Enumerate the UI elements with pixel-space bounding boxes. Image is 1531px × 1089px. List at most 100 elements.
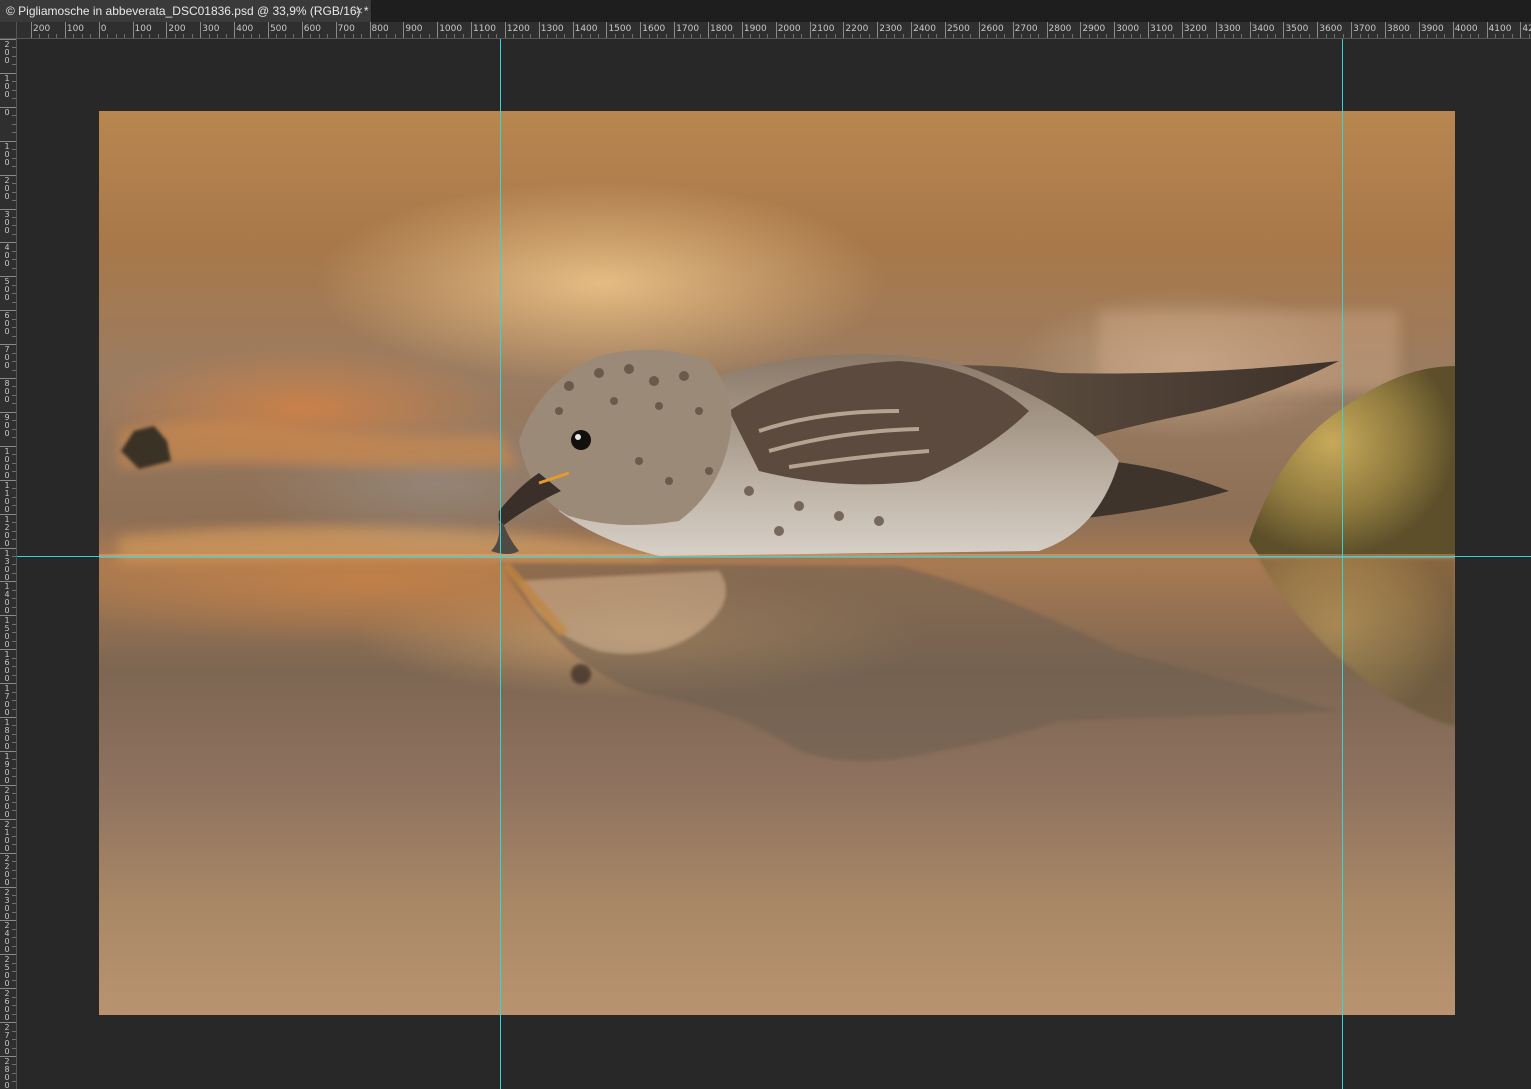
ruler-h-label: 100 xyxy=(134,24,152,34)
ruler-v-minor-tick xyxy=(12,267,16,269)
ruler-h-label: 2800 xyxy=(1048,24,1072,34)
ruler-h-minor-tick xyxy=(377,34,379,38)
ruler-h-label: 0 xyxy=(100,24,107,34)
ruler-h-label: 4100 xyxy=(1488,24,1512,34)
ruler-h-label: 1900 xyxy=(743,24,767,34)
ruler-h-minor-tick xyxy=(1021,34,1023,38)
ruler-h-label: 1300 xyxy=(540,24,564,34)
ruler-h-minor-tick xyxy=(699,34,701,38)
ruler-h-tick xyxy=(471,22,473,38)
ruler-v-minor-tick xyxy=(12,89,16,91)
ruler-v-minor-tick xyxy=(12,971,16,973)
ruler-v-minor-tick xyxy=(12,793,16,795)
ruler-h-tick xyxy=(267,22,269,38)
ruler-h-minor-tick xyxy=(724,34,726,38)
ruler-h-minor-tick xyxy=(1224,34,1226,38)
ruler-h-tick xyxy=(31,22,32,38)
ruler-v-minor-tick xyxy=(12,657,16,659)
ruler-h-tick xyxy=(877,22,879,38)
ruler-h-minor-tick xyxy=(1503,34,1505,38)
ruler-v-minor-tick xyxy=(12,979,16,981)
ruler-h-minor-tick xyxy=(81,34,83,38)
ruler-h-minor-tick xyxy=(1063,34,1065,38)
ruler-v-minor-tick xyxy=(12,632,16,634)
ruler-h-minor-tick xyxy=(1258,34,1260,38)
ruler-origin-corner[interactable] xyxy=(0,22,17,39)
ruler-v-minor-tick xyxy=(12,539,16,541)
ruler-h-minor-tick xyxy=(1266,34,1268,38)
ruler-h-minor-tick xyxy=(902,34,904,38)
ruler-v-label: 1300 xyxy=(4,548,10,582)
close-icon[interactable]: × xyxy=(355,3,363,18)
ruler-h-minor-tick xyxy=(792,34,794,38)
ruler-v-minor-tick xyxy=(12,200,16,202)
ruler-h-label: 2100 xyxy=(811,24,835,34)
ruler-v-minor-tick xyxy=(12,64,16,66)
ruler-v-minor-tick xyxy=(12,191,16,193)
ruler-h-tick xyxy=(132,22,134,38)
ruler-v-label: 400 xyxy=(4,243,10,269)
ruler-h-minor-tick xyxy=(547,34,549,38)
ruler-h-minor-tick xyxy=(1004,34,1006,38)
ruler-h-minor-tick xyxy=(581,34,583,38)
ruler-h-minor-tick xyxy=(1156,34,1158,38)
ruler-v-minor-tick xyxy=(12,945,16,947)
ruler-v-label: 700 xyxy=(4,345,10,371)
ruler-v-minor-tick xyxy=(12,1081,16,1083)
ruler-v-minor-tick xyxy=(12,183,16,185)
ruler-h-label: 200 xyxy=(168,24,186,34)
ruler-h-minor-tick xyxy=(1444,34,1446,38)
ruler-h-tick xyxy=(640,22,642,38)
ruler-h-minor-tick xyxy=(141,34,142,38)
ruler-h-minor-tick xyxy=(936,34,938,38)
ruler-h-label: 3100 xyxy=(1150,24,1173,34)
ruler-h-minor-tick xyxy=(919,34,921,38)
ruler-h-minor-tick xyxy=(276,34,278,38)
ruler-v-minor-tick xyxy=(12,361,16,363)
ruler-v-minor-tick xyxy=(12,700,16,702)
ruler-h-minor-tick xyxy=(1495,34,1496,38)
ruler-h-minor-tick xyxy=(259,34,261,38)
ruler-h-minor-tick xyxy=(564,34,566,38)
ruler-v-minor-tick xyxy=(12,962,16,964)
ruler-v-minor-tick xyxy=(12,776,16,778)
ruler-v-minor-tick xyxy=(12,301,16,303)
ruler-h-label: 200 xyxy=(33,24,51,34)
ruler-h-tick xyxy=(1012,22,1014,38)
ruler-h-tick xyxy=(1080,22,1082,38)
ruler-h-minor-tick xyxy=(1122,34,1124,38)
guide-vertical-right[interactable] xyxy=(1342,39,1343,1089)
ruler-v-minor-tick xyxy=(12,420,16,422)
guide-horizontal[interactable] xyxy=(17,556,1531,557)
vertical-ruler[interactable]: 200 100 0 100 200 300 400 500 600 700 800 900 1000 11… xyxy=(0,39,17,1089)
document-tab[interactable]: © Pigliamosche in abbeverata_DSC01836.ps… xyxy=(0,0,372,22)
ruler-h-minor-tick xyxy=(394,34,396,38)
ruler-h-minor-tick xyxy=(691,34,693,38)
ruler-h-label: 3600 xyxy=(1319,24,1343,34)
ruler-h-tick xyxy=(843,22,845,38)
ruler-h-minor-tick xyxy=(784,34,786,38)
document-image[interactable] xyxy=(99,111,1455,1015)
ruler-v-minor-tick xyxy=(12,454,16,456)
ruler-h-minor-tick xyxy=(860,34,862,38)
ruler-v-minor-tick xyxy=(12,1013,16,1015)
ruler-v-minor-tick xyxy=(12,606,16,608)
ruler-h-minor-tick xyxy=(1478,34,1480,38)
ruler-h-label: 3500 xyxy=(1285,24,1309,34)
ruler-h-minor-tick xyxy=(420,34,422,38)
ruler-h-tick xyxy=(944,22,946,38)
ruler-v-label: 2100 xyxy=(4,819,10,853)
ruler-v-minor-tick xyxy=(12,166,16,168)
ruler-h-tick xyxy=(1520,22,1522,38)
canvas-area[interactable] xyxy=(17,39,1531,1089)
mossy-rock xyxy=(1249,366,1455,726)
ruler-h-minor-tick xyxy=(386,34,388,38)
ruler-h-minor-tick xyxy=(157,34,159,38)
ruler-h-minor-tick xyxy=(327,34,329,38)
ruler-v-minor-tick xyxy=(12,123,16,125)
ruler-v-label: 2800 xyxy=(4,1057,10,1089)
ruler-v-label: 1000 xyxy=(4,446,10,480)
guide-vertical-left[interactable] xyxy=(500,39,501,1089)
ruler-h-label: 3200 xyxy=(1183,24,1207,34)
horizontal-ruler[interactable]: 200 100 0 100 200 300 400 500 600 700 800 900 1000 11… xyxy=(17,22,1531,39)
